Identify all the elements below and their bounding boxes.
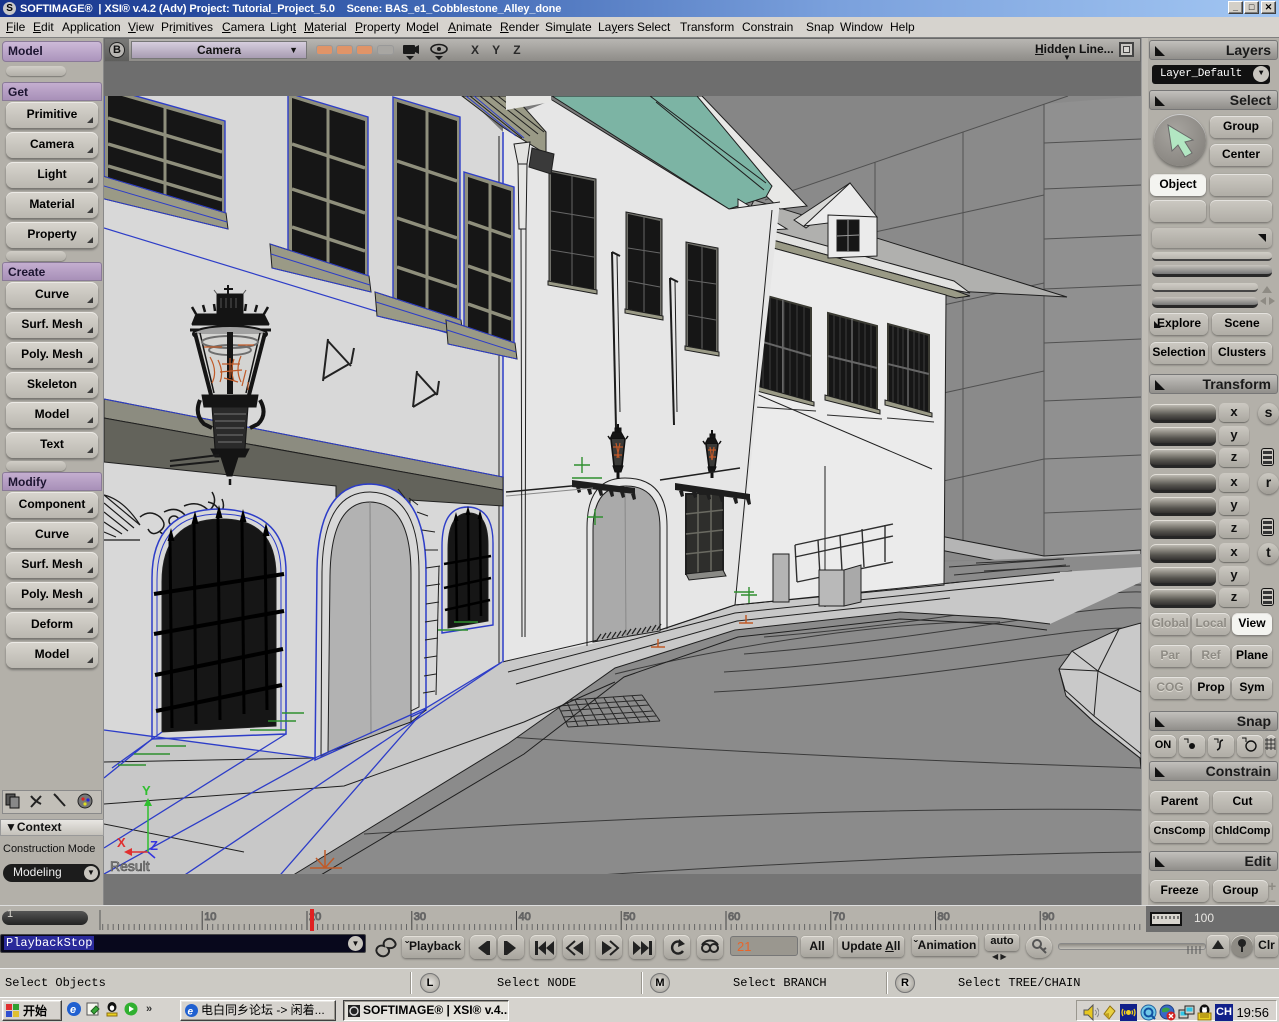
svg-text:e: e — [70, 1004, 76, 1016]
svg-text:90: 90 — [1042, 911, 1054, 923]
svg-text:60: 60 — [728, 911, 740, 923]
svg-text:e: e — [188, 1007, 194, 1018]
svg-text:80: 80 — [938, 911, 950, 923]
svg-text:70: 70 — [833, 911, 845, 923]
svg-text:50: 50 — [623, 911, 635, 923]
svg-text:Y: Y — [142, 783, 151, 798]
svg-text:X: X — [117, 835, 126, 850]
svg-text:30: 30 — [414, 911, 426, 923]
svg-text:40: 40 — [519, 911, 531, 923]
svg-text:10: 10 — [204, 911, 216, 923]
svg-text:Result: Result — [110, 858, 150, 874]
svg-text:Z: Z — [150, 838, 158, 853]
